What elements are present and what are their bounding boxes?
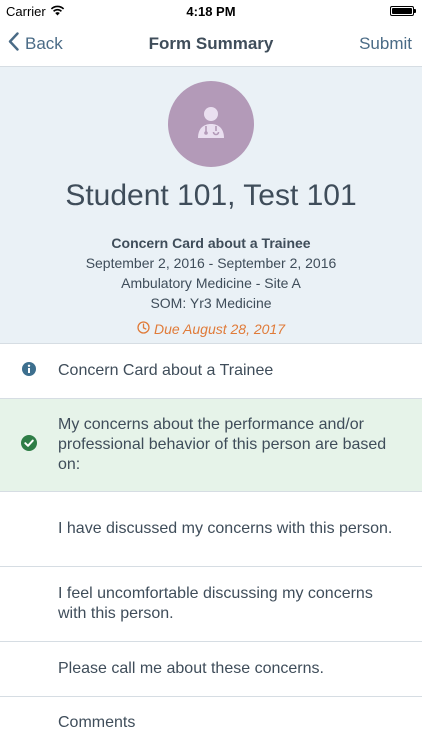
summary-header: Student 101, Test 101 Concern Card about… — [0, 67, 422, 344]
check-circle-icon — [21, 434, 37, 456]
list-item-comments[interactable]: Comments — [0, 697, 422, 749]
list-item-discussed[interactable]: I have discussed my concerns with this p… — [0, 492, 422, 567]
student-name: Student 101, Test 101 — [65, 179, 357, 212]
list-item-call-me[interactable]: Please call me about these concerns. — [0, 642, 422, 697]
list-item-concerns-basis[interactable]: My concerns about the performance and/or… — [0, 399, 422, 492]
status-left: Carrier — [6, 4, 65, 19]
date-range: September 2, 2016 - September 2, 2016 — [85, 255, 337, 271]
due-date: Due August 28, 2017 — [137, 321, 285, 337]
site-label: Ambulatory Medicine - Site A — [121, 275, 301, 291]
carrier-label: Carrier — [6, 3, 46, 19]
nav-bar: Back Form Summary Submit — [0, 22, 422, 67]
battery-icon — [390, 6, 416, 16]
due-date-label: Due August 28, 2017 — [153, 321, 286, 337]
submit-button[interactable]: Submit — [359, 34, 422, 54]
list-item-label: Please call me about these concerns. — [58, 660, 324, 677]
avatar — [168, 81, 254, 167]
list-item-label: I feel uncomfortable discussing my conce… — [58, 585, 373, 622]
list-item-card-title[interactable]: Concern Card about a Trainee — [0, 344, 422, 399]
wifi-icon — [50, 4, 65, 19]
info-icon — [22, 361, 36, 381]
list-item-label: I have discussed my concerns with this p… — [58, 520, 393, 537]
clock-icon — [137, 321, 150, 337]
card-title: Concern Card about a Trainee — [111, 235, 311, 251]
list-item-label: Concern Card about a Trainee — [58, 362, 274, 379]
doctor-icon — [196, 105, 226, 144]
back-label: Back — [25, 34, 63, 53]
list-item-label: My concerns about the performance and/or… — [58, 416, 387, 473]
back-button[interactable]: Back — [0, 32, 63, 56]
list-item-label: Comments — [58, 714, 136, 731]
course-label: SOM: Yr3 Medicine — [150, 295, 272, 311]
chevron-left-icon — [8, 32, 25, 56]
status-bar: Carrier 4:18 PM — [0, 0, 422, 22]
list-item-uncomfortable[interactable]: I feel uncomfortable discussing my conce… — [0, 567, 422, 642]
